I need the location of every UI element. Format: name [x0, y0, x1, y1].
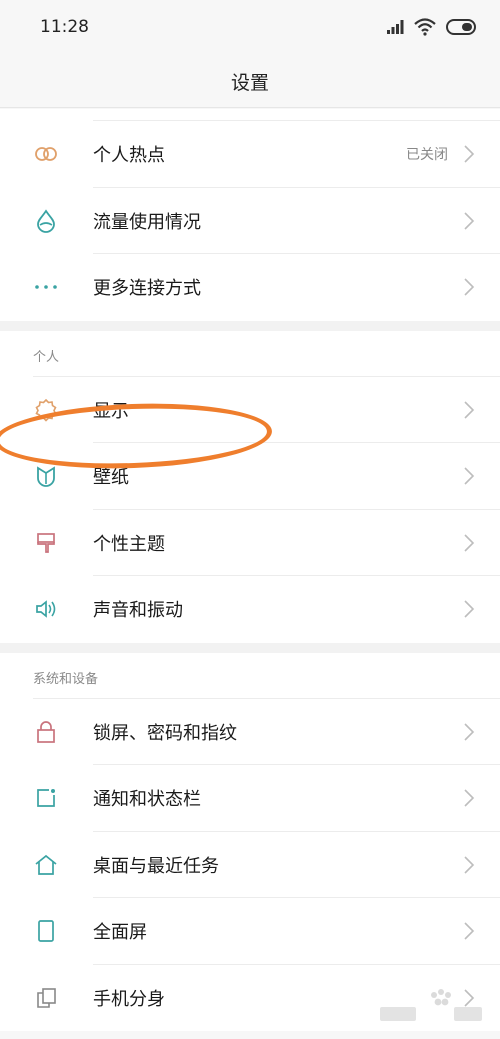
chevron-right-icon — [464, 467, 475, 485]
chevron-right-icon — [464, 401, 475, 419]
status-time: 11:28 — [40, 17, 89, 37]
row-dual-apps[interactable]: 手机分身 — [0, 965, 500, 1032]
row-data-usage[interactable]: 流量使用情况 — [0, 188, 500, 254]
row-label: 个性主题 — [93, 533, 165, 555]
home-icon — [33, 852, 59, 878]
row-home-screen[interactable]: 桌面与最近任务 — [0, 832, 500, 898]
row-label: 流量使用情况 — [93, 211, 201, 233]
row-wallpaper[interactable]: 壁纸 — [0, 443, 500, 510]
wifi-icon — [414, 18, 436, 36]
row-label: 个人热点 — [93, 145, 165, 167]
wallpaper-icon — [33, 463, 59, 489]
theme-brush-icon — [33, 530, 59, 556]
row-label: 显示 — [93, 400, 129, 422]
chevron-right-icon — [464, 922, 475, 940]
card-personal: 个人 显示 壁纸 个性主题 声音和振动 — [0, 330, 500, 643]
section-gap — [0, 642, 500, 653]
row-label: 通知和状态栏 — [93, 789, 201, 811]
row-label: 手机分身 — [93, 988, 165, 1010]
chevron-right-icon — [464, 145, 475, 163]
speaker-icon — [33, 596, 59, 622]
row-theme[interactable]: 个性主题 — [0, 510, 500, 576]
top-sliver — [0, 109, 500, 121]
row-label: 更多连接方式 — [93, 278, 201, 300]
section-header-personal: 个人 — [0, 331, 500, 377]
row-fullscreen[interactable]: 全面屏 — [0, 898, 500, 965]
row-more-connections[interactable]: 更多连接方式 — [0, 254, 500, 321]
row-lockscreen[interactable]: 锁屏、密码和指纹 — [0, 699, 500, 765]
status-icons — [386, 15, 478, 39]
row-label: 声音和振动 — [93, 600, 183, 622]
hotspot-icon — [33, 141, 59, 167]
section-header-system: 系统和设备 — [0, 653, 500, 699]
section-title: 个人 — [33, 349, 60, 365]
chevron-right-icon — [464, 789, 475, 807]
settings-list: 个人热点 已关闭 流量使用情况 更多连接方式 个人 显示 壁纸 个性主题 声音和… — [0, 109, 500, 1031]
page-title: 设置 — [230, 72, 269, 94]
lock-icon — [33, 719, 59, 745]
row-hotspot[interactable]: 个人热点 已关闭 — [0, 121, 500, 188]
status-bar: 11:28 — [0, 0, 500, 56]
row-label: 桌面与最近任务 — [93, 855, 219, 877]
row-label: 壁纸 — [93, 467, 129, 489]
battery-icon — [446, 19, 476, 35]
row-display[interactable]: 显示 — [0, 377, 500, 443]
row-notifications[interactable]: 通知和状态栏 — [0, 765, 500, 832]
card-system: 系统和设备 锁屏、密码和指纹 通知和状态栏 桌面与最近任务 全面屏 手机分身 — [0, 652, 500, 1032]
title-bar: 设置 — [0, 56, 500, 108]
section-gap — [0, 320, 500, 331]
display-icon — [33, 397, 59, 423]
data-usage-icon — [33, 208, 59, 234]
chevron-right-icon — [464, 856, 475, 874]
chevron-right-icon — [464, 278, 475, 296]
fullscreen-phone-icon — [33, 918, 59, 944]
clone-icon — [33, 985, 59, 1011]
chevron-right-icon — [464, 989, 475, 1007]
row-label: 全面屏 — [93, 922, 147, 944]
section-title: 系统和设备 — [33, 671, 99, 687]
notification-icon — [33, 785, 59, 811]
chevron-right-icon — [464, 212, 475, 230]
chevron-right-icon — [464, 723, 475, 741]
row-label: 锁屏、密码和指纹 — [93, 722, 237, 744]
card-connectivity: 个人热点 已关闭 流量使用情况 更多连接方式 — [0, 109, 500, 321]
more-dots-icon — [33, 274, 59, 300]
chevron-right-icon — [464, 534, 475, 552]
chevron-right-icon — [464, 600, 475, 618]
signal-icon — [387, 20, 404, 34]
hotspot-status: 已关闭 — [406, 147, 448, 164]
row-sound[interactable]: 声音和振动 — [0, 576, 500, 643]
